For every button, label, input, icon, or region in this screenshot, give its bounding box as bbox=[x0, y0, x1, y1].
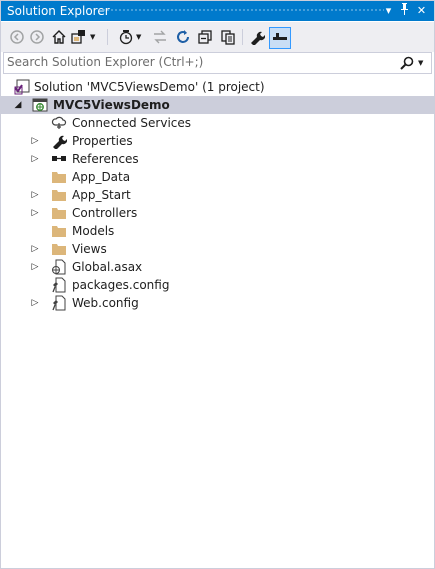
tree-row-project[interactable]: ◢ MVC5ViewsDemo bbox=[1, 96, 434, 114]
folder-icon bbox=[51, 169, 67, 185]
connected-services-icon bbox=[51, 115, 67, 131]
wrench-icon bbox=[51, 133, 68, 150]
tree-item-label: Web.config bbox=[72, 296, 139, 310]
tree-item-label: packages.config bbox=[72, 278, 170, 292]
expanded-arrow-icon[interactable]: ◢ bbox=[13, 96, 23, 114]
tree-item-label: Global.asax bbox=[72, 260, 143, 274]
pin-icon[interactable] bbox=[397, 3, 412, 18]
folder-icon bbox=[51, 223, 67, 239]
tree-item-label: Models bbox=[72, 224, 115, 238]
tree-item-label: App_Start bbox=[72, 188, 131, 202]
solution-explorer-window: Solution Explorer ▾ ✕ ▼ ▼ Search Solutio… bbox=[0, 0, 435, 569]
tree-row-global-asax[interactable]: ▷ Global.asax bbox=[1, 258, 434, 276]
tree-row-views[interactable]: ▷ Views bbox=[1, 240, 434, 258]
window-title: Solution Explorer bbox=[7, 4, 110, 18]
switch-views-icon[interactable] bbox=[70, 28, 88, 46]
history-clock-icon[interactable] bbox=[117, 28, 135, 46]
config-file-icon bbox=[51, 277, 67, 293]
sync-arrows-icon[interactable] bbox=[151, 28, 169, 46]
tree-row-properties[interactable]: ▷ Properties bbox=[1, 132, 434, 150]
wrench-icon[interactable] bbox=[248, 28, 266, 46]
tree-row-app-data[interactable]: App_Data bbox=[1, 168, 434, 186]
search-input[interactable] bbox=[7, 54, 387, 70]
tree-item-label: References bbox=[72, 152, 139, 166]
tree-row-models[interactable]: Models bbox=[1, 222, 434, 240]
solution-label: Solution 'MVC5ViewsDemo' (1 project) bbox=[34, 80, 265, 94]
solution-icon bbox=[14, 79, 30, 95]
collapsed-arrow-icon[interactable]: ▷ bbox=[30, 132, 40, 150]
close-icon[interactable]: ✕ bbox=[414, 3, 429, 18]
back-icon[interactable] bbox=[8, 28, 26, 46]
tree-row-app-start[interactable]: ▷ App_Start bbox=[1, 186, 434, 204]
tree-row-references[interactable]: ▷ References bbox=[1, 150, 434, 168]
tree-item-label: Views bbox=[72, 242, 107, 256]
tree-row-web-config[interactable]: ▷ Web.config bbox=[1, 294, 434, 312]
web-project-icon bbox=[32, 97, 48, 113]
toolbar-separator bbox=[242, 29, 243, 45]
folder-icon bbox=[51, 187, 67, 203]
tree-item-label: Properties bbox=[72, 134, 133, 148]
pending-changes-dropdown-icon[interactable]: ▼ bbox=[136, 28, 141, 46]
tree-item-label: App_Data bbox=[72, 170, 131, 184]
search-box[interactable]: ▼ bbox=[3, 52, 432, 74]
folder-icon bbox=[51, 241, 67, 257]
tree-row-packages-config[interactable]: packages.config bbox=[1, 276, 434, 294]
global-asax-icon bbox=[51, 259, 67, 275]
collapsed-arrow-icon[interactable]: ▷ bbox=[30, 240, 40, 258]
collapsed-arrow-icon[interactable]: ▷ bbox=[30, 204, 40, 222]
forward-icon[interactable] bbox=[28, 28, 46, 46]
tree-item-label: Controllers bbox=[72, 206, 138, 220]
tree-row-connected-services[interactable]: Connected Services bbox=[1, 114, 434, 132]
toolbar: ▼ ▼ bbox=[1, 22, 434, 52]
collapsed-arrow-icon[interactable]: ▷ bbox=[30, 258, 40, 276]
collapsed-arrow-icon[interactable]: ▷ bbox=[30, 294, 40, 312]
refresh-icon[interactable] bbox=[174, 28, 192, 46]
config-file-icon bbox=[51, 295, 67, 311]
search-options-dropdown-icon[interactable]: ▼ bbox=[418, 55, 423, 71]
references-icon bbox=[51, 151, 67, 167]
toolbar-separator bbox=[107, 29, 108, 45]
preview-selected-icon[interactable] bbox=[269, 27, 291, 49]
collapsed-arrow-icon[interactable]: ▷ bbox=[30, 150, 40, 168]
switch-views-dropdown-icon[interactable]: ▼ bbox=[90, 28, 95, 46]
collapsed-arrow-icon[interactable]: ▷ bbox=[30, 186, 40, 204]
search-icon[interactable] bbox=[400, 55, 414, 71]
project-label: MVC5ViewsDemo bbox=[53, 98, 170, 112]
window-menu-dropdown-icon[interactable]: ▾ bbox=[381, 3, 396, 18]
collapse-all-icon[interactable] bbox=[196, 28, 214, 46]
tree-row-controllers[interactable]: ▷ Controllers bbox=[1, 204, 434, 222]
title-bar-grip bbox=[102, 8, 384, 13]
title-bar[interactable]: Solution Explorer ▾ ✕ bbox=[1, 1, 434, 21]
folder-icon bbox=[51, 205, 67, 221]
show-all-files-icon[interactable] bbox=[219, 28, 237, 46]
tree-row-solution[interactable]: Solution 'MVC5ViewsDemo' (1 project) bbox=[1, 78, 434, 96]
home-icon[interactable] bbox=[50, 28, 68, 46]
tree-item-label: Connected Services bbox=[72, 116, 192, 130]
